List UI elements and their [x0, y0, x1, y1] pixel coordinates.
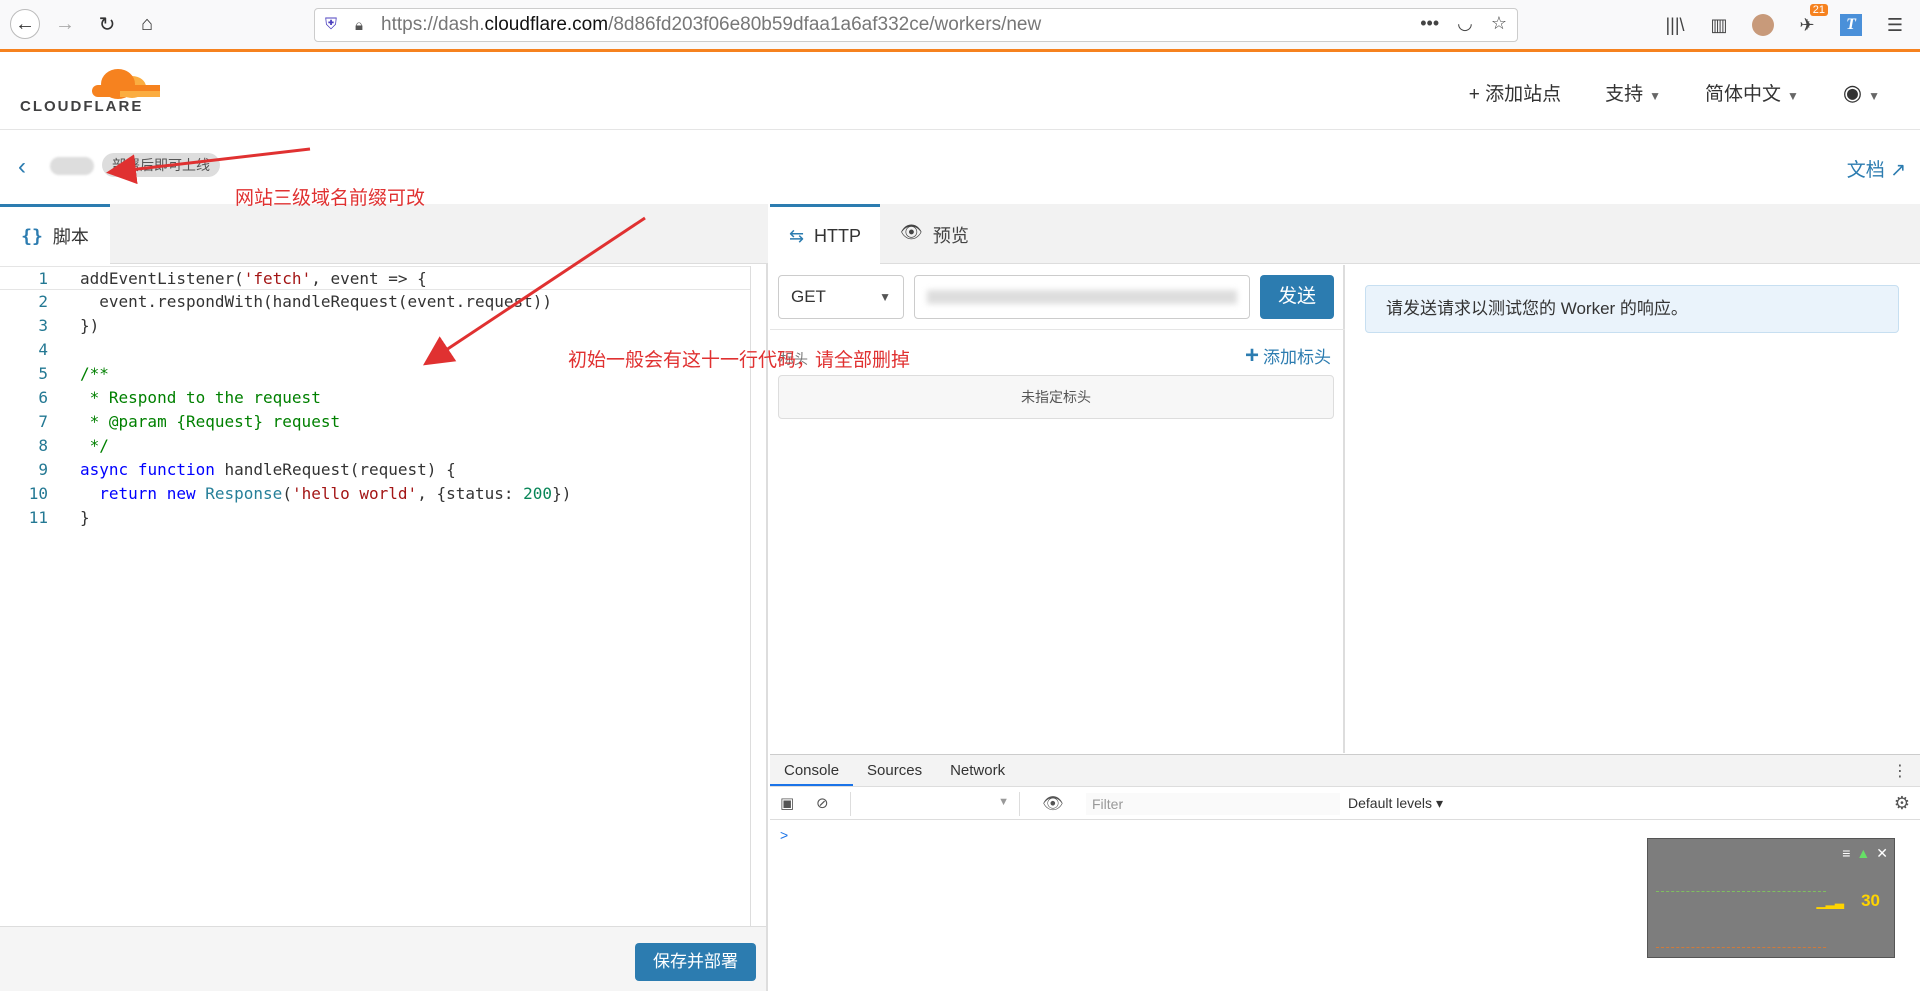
code-line: 1 addEventListener('fetch', event => {: [0, 266, 750, 290]
annotation-subdomain: 网站三级域名前缀可改: [235, 188, 426, 209]
tab-console[interactable]: Console: [770, 755, 854, 786]
add-header-button[interactable]: + 添加标头: [1245, 343, 1331, 368]
menu-hamburger-icon[interactable]: ☰: [1882, 12, 1908, 38]
fps-value: 30: [1861, 891, 1880, 910]
account-menu[interactable]: ◉ ▼: [1843, 80, 1880, 106]
code-line: 7 * @param {Request} request: [38, 412, 341, 431]
pocket-icon[interactable]: ◡: [1457, 13, 1473, 34]
address-bar[interactable]: ⛨ 🔒︎ https://dash.cloudflare.com/8d86fd2…: [314, 8, 1518, 42]
profile-avatar-icon[interactable]: [1750, 12, 1776, 38]
code-line: 2 event.respondWith(handleRequest(event.…: [38, 292, 553, 311]
add-site-link[interactable]: + 添加站点: [1469, 79, 1561, 106]
tab-http[interactable]: ⇆ HTTP: [770, 204, 880, 265]
fps-bars-icon: ▁▂▃: [1816, 895, 1844, 909]
editor-footer: 保存并部署: [0, 926, 766, 991]
divider: [770, 329, 1345, 330]
plus-icon: +: [1244, 341, 1259, 369]
tracking-shield-icon[interactable]: ⛨: [325, 16, 345, 34]
code-line: 9 async function handleRequest(request) {: [38, 460, 456, 479]
tab-preview[interactable]: 👁︎ 预览: [900, 222, 969, 248]
editor-tab-strip: {} 脚本: [0, 204, 768, 265]
tab-network[interactable]: Network: [936, 755, 1019, 786]
tab-sources[interactable]: Sources: [853, 755, 936, 786]
url-text: https://dash.cloudflare.com/8d86fd203f06…: [381, 14, 1042, 35]
kebab-menu-icon[interactable]: ⋮: [1892, 761, 1908, 781]
translate-extension-icon[interactable]: T: [1838, 12, 1864, 38]
library-icon[interactable]: |||\: [1662, 12, 1688, 38]
tab-preview-label: 预览: [932, 226, 969, 246]
chevron-down-icon: ▼: [1787, 89, 1799, 103]
docs-link[interactable]: 文档 ↗: [1847, 155, 1906, 182]
bookmark-star-icon[interactable]: ☆: [1491, 13, 1507, 34]
console-filter-input[interactable]: Filter: [1086, 793, 1340, 815]
fps-graph-line: [1656, 947, 1826, 948]
fps-graph-line: [1656, 891, 1826, 892]
send-button[interactable]: 发送: [1260, 275, 1334, 319]
context-select[interactable]: ▼: [850, 792, 1020, 816]
back-arrow-icon[interactable]: ←: [10, 9, 40, 39]
redacted-url: [927, 290, 1237, 304]
live-expression-eye-icon[interactable]: 👁︎: [1042, 794, 1064, 814]
back-chevron-icon[interactable]: ‹: [18, 153, 26, 181]
swap-arrows-icon: ⇆: [788, 225, 805, 246]
method-select[interactable]: GET ▼: [778, 275, 904, 319]
forward-arrow-icon[interactable]: →: [50, 9, 80, 39]
console-prompt[interactable]: >: [780, 827, 788, 843]
close-icon[interactable]: ✕: [1876, 845, 1888, 862]
tab-script-label: 脚本: [52, 227, 89, 247]
menu-icon[interactable]: ≡: [1842, 845, 1850, 862]
response-panel: 请发送请求以测试您的 Worker 的响应。: [1347, 265, 1920, 753]
home-icon[interactable]: ⌂: [132, 9, 162, 39]
code-line: 6 * Respond to the request: [38, 388, 321, 407]
clear-console-icon[interactable]: ⊘: [816, 794, 829, 812]
annotation-code: 初始一般会有这十一行代码，请全部删掉: [568, 350, 911, 371]
reload-icon[interactable]: ↻: [92, 9, 122, 39]
worker-name-field[interactable]: 部署后即可上线: [102, 153, 220, 177]
tab-http-label: HTTP: [814, 225, 862, 246]
chevron-down-icon: ▼: [879, 290, 891, 304]
request-url-input[interactable]: [914, 275, 1250, 319]
triangle-up-icon[interactable]: ▲: [1856, 845, 1870, 862]
code-braces-icon: {}: [21, 225, 43, 247]
save-and-deploy-button[interactable]: 保存并部署: [635, 943, 756, 981]
lock-icon[interactable]: 🔒︎: [355, 17, 375, 34]
chevron-down-icon: ▼: [1649, 89, 1661, 103]
devtools-tabs: Console Sources Network ⋮: [770, 755, 1920, 787]
sidebar-icon[interactable]: ▥: [1706, 12, 1732, 38]
fps-meter-overlay: ≡ ▲ ✕ ▁▂▃ 30: [1647, 838, 1895, 958]
cloudflare-header: CLOUDFLARE + 添加站点 支持 ▼ 简体中文 ▼ ◉ ▼: [0, 55, 1920, 130]
sidebar-toggle-icon[interactable]: ▣: [780, 794, 794, 812]
code-line: 8 */: [38, 436, 109, 455]
code-line: 3}): [38, 316, 100, 335]
code-line: 10 return new Response('hello world', {s…: [28, 484, 572, 503]
request-panel: GET ▼ 发送 标头 + 添加标头 未指定标头: [770, 265, 1345, 753]
no-headers-placeholder: 未指定标头: [778, 375, 1334, 419]
redacted-subdomain: [50, 157, 94, 175]
browser-toolbar: ← → ↻ ⌂ ⛨ 🔒︎ https://dash.cloudflare.com…: [0, 0, 1920, 52]
settings-gear-icon[interactable]: ⚙: [1894, 793, 1910, 814]
tab-script[interactable]: {} 脚本: [0, 204, 110, 265]
eye-icon: 👁︎: [900, 222, 923, 242]
console-toolbar: ▣ ⊘ ▼ 👁︎ Filter Default levels ▾ ⚙: [770, 788, 1920, 820]
extension-icon[interactable]: ✈ 21: [1794, 4, 1828, 38]
external-link-icon: ↗: [1890, 160, 1906, 181]
preview-tab-strip: ⇆ HTTP 👁︎ 预览: [770, 204, 1920, 265]
support-menu[interactable]: 支持 ▼: [1605, 79, 1661, 106]
cloudflare-logo-text: CLOUDFLARE: [20, 98, 144, 115]
language-menu[interactable]: 简体中文 ▼: [1705, 79, 1799, 106]
chevron-down-icon: ▼: [998, 796, 1009, 808]
chevron-down-icon: ▾: [1435, 795, 1443, 811]
code-line: 11}: [28, 508, 90, 527]
extension-badge: 21: [1809, 4, 1828, 16]
response-info-message: 请发送请求以测试您的 Worker 的响应。: [1365, 285, 1899, 333]
chevron-down-icon: ▼: [1868, 88, 1880, 103]
editor-panel: {} 脚本 1 addEventListener('fetch', event =…: [0, 204, 768, 991]
user-account-icon: ◉: [1842, 79, 1863, 105]
log-levels-select[interactable]: Default levels ▾: [1348, 795, 1443, 812]
more-actions-icon[interactable]: •••: [1420, 13, 1439, 34]
